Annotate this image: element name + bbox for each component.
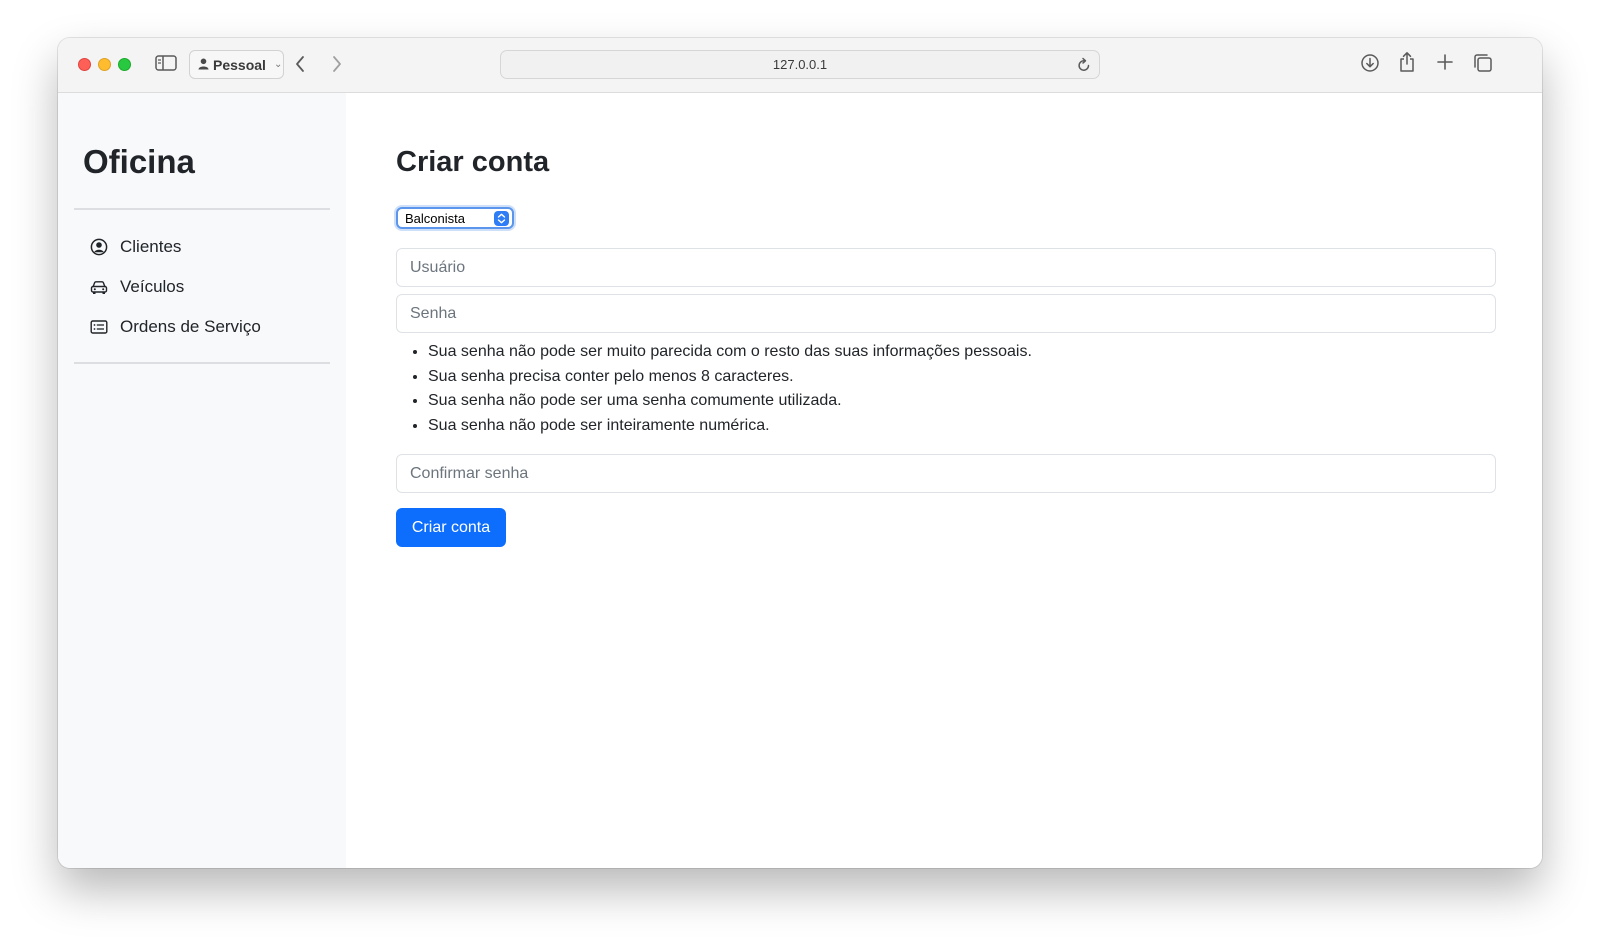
- browser-window: Pessoal ⌄ 127.0.0.1 Oficina Clientes Veí…: [58, 38, 1542, 868]
- download-icon[interactable]: [1360, 53, 1380, 73]
- password-placeholder: Senha: [410, 304, 457, 322]
- browser-toolbar: Pessoal ⌄ 127.0.0.1: [58, 38, 1542, 93]
- password-rule: Sua senha não pode ser inteiramente numé…: [428, 414, 1032, 439]
- password-input[interactable]: Senha: [396, 294, 1496, 333]
- password-rule: Sua senha não pode ser uma senha comumen…: [428, 389, 1032, 414]
- sidebar-item-clientes[interactable]: Clientes: [90, 232, 181, 262]
- sidebar-item-ordens-de-servico[interactable]: Ordens de Serviço: [90, 312, 261, 342]
- list-card-icon: [90, 318, 108, 336]
- password-rule: Sua senha não pode ser muito parecida co…: [428, 340, 1032, 365]
- page-title: Criar conta: [396, 146, 550, 178]
- confirm-password-placeholder: Confirmar senha: [410, 464, 529, 482]
- select-stepper-icon: [494, 211, 509, 226]
- profile-button[interactable]: Pessoal ⌄: [189, 50, 284, 79]
- new-tab-icon[interactable]: [1436, 53, 1454, 71]
- sidebar-item-label: Clientes: [120, 237, 182, 256]
- reload-icon[interactable]: [1077, 57, 1091, 76]
- sidebar-item-label: Ordens de Serviço: [120, 317, 261, 336]
- car-icon: [90, 278, 108, 296]
- page-content: Oficina Clientes Veículos Ordens de Serv…: [58, 93, 1542, 868]
- url-text: 127.0.0.1: [772, 57, 828, 72]
- role-select[interactable]: Balconista: [396, 207, 514, 229]
- zoom-window-button[interactable]: [118, 58, 131, 71]
- username-placeholder: Usuário: [410, 258, 466, 276]
- share-icon[interactable]: [1398, 51, 1416, 73]
- person-icon: [198, 57, 209, 73]
- password-rules-list: Sua senha não pode ser muito parecida co…: [428, 340, 1032, 439]
- password-rule: Sua senha precisa conter pelo menos 8 ca…: [428, 365, 1032, 390]
- person-circle-icon: [90, 238, 108, 256]
- role-select-value: Balconista: [405, 210, 465, 226]
- sidebar-toggle-icon[interactable]: [155, 54, 177, 72]
- main-content: Criar conta Balconista Usuário Senha Sua…: [346, 93, 1542, 868]
- minimize-window-button[interactable]: [98, 58, 111, 71]
- tab-overview-icon[interactable]: [1473, 53, 1493, 73]
- address-bar[interactable]: 127.0.0.1: [500, 50, 1100, 79]
- back-icon[interactable]: [294, 54, 306, 74]
- confirm-password-input[interactable]: Confirmar senha: [396, 454, 1496, 493]
- sidebar-divider-bottom: [74, 362, 330, 364]
- create-account-button[interactable]: Criar conta: [396, 508, 506, 547]
- forward-icon[interactable]: [331, 54, 343, 74]
- brand-title[interactable]: Oficina: [83, 143, 195, 181]
- chevron-down-icon: ⌄: [273, 59, 283, 70]
- sidebar-item-veiculos[interactable]: Veículos: [90, 272, 184, 302]
- profile-label: Pessoal: [213, 56, 266, 73]
- sidebar-item-label: Veículos: [120, 277, 185, 296]
- close-window-button[interactable]: [78, 58, 91, 71]
- sidebar: Oficina Clientes Veículos Ordens de Serv…: [58, 93, 346, 868]
- username-input[interactable]: Usuário: [396, 248, 1496, 287]
- sidebar-divider-top: [74, 208, 330, 210]
